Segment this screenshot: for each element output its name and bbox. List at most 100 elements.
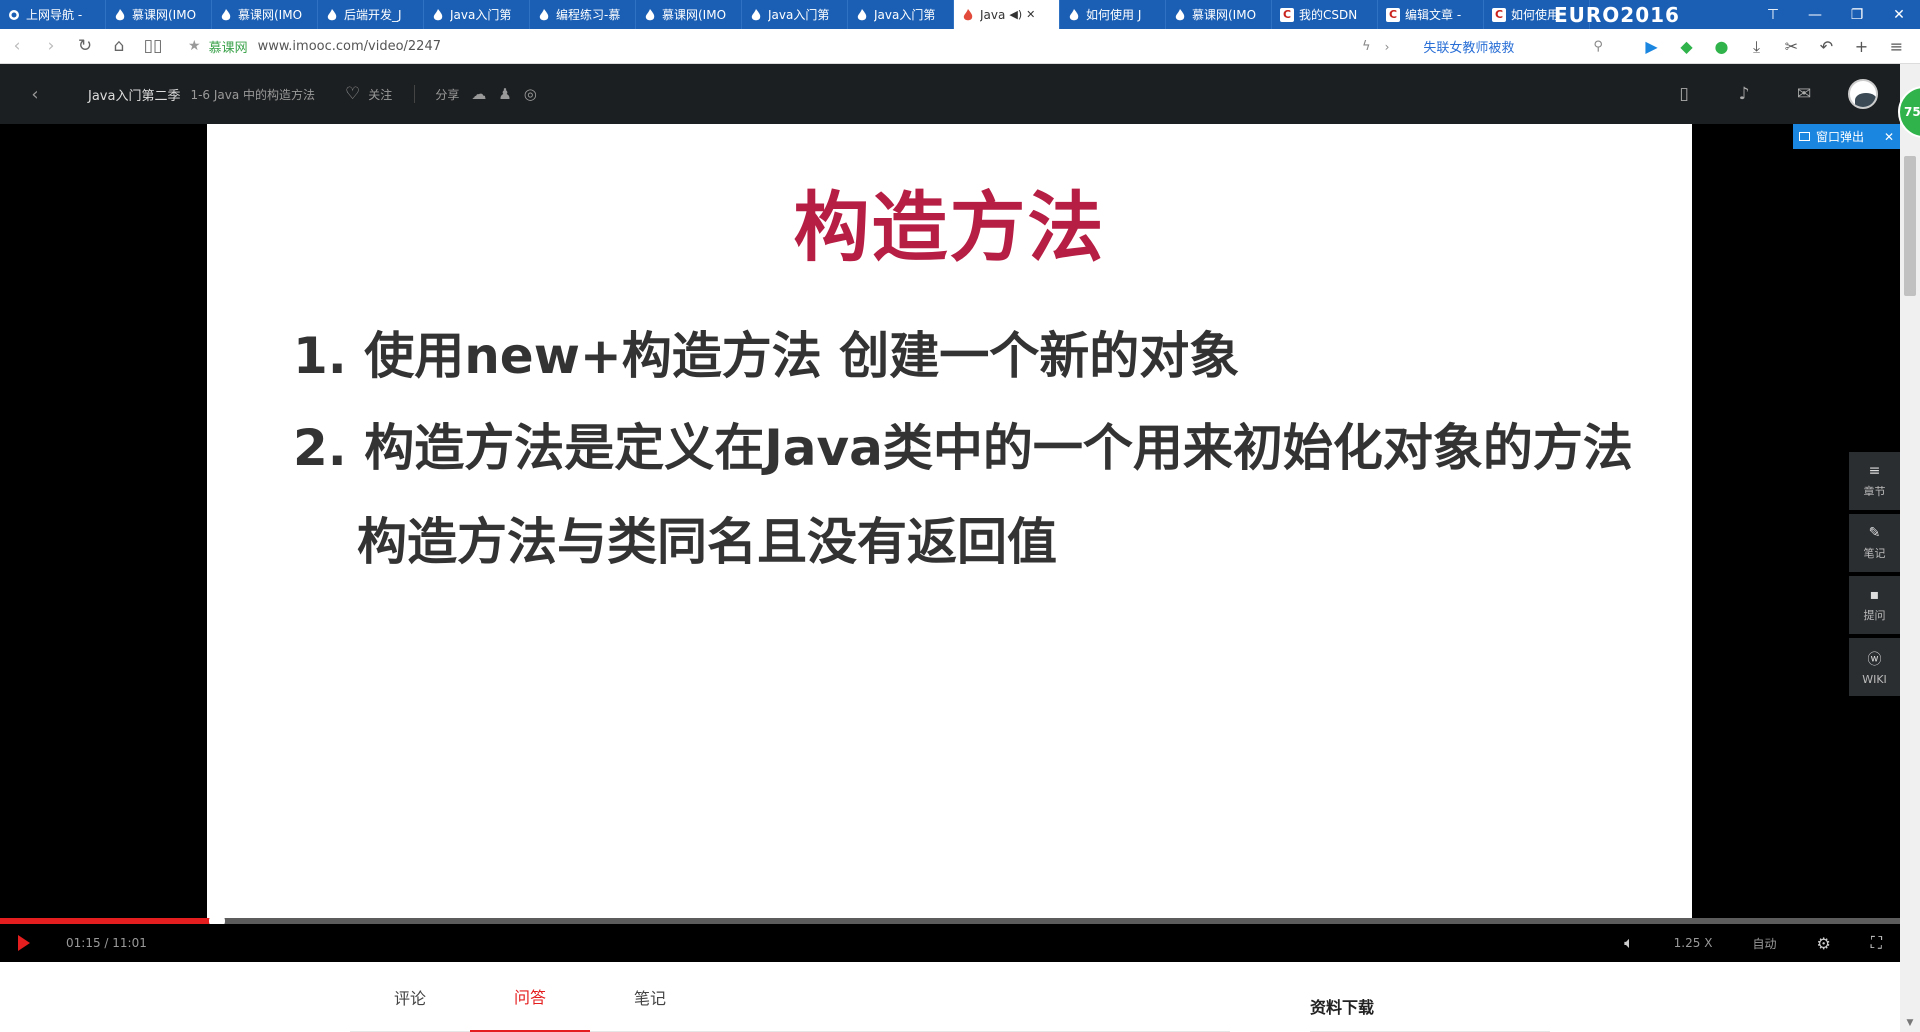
content-tabs: 评论 问答 笔记: [350, 962, 1230, 1032]
play-app-icon[interactable]: ▶: [1634, 37, 1669, 56]
address-bar: ‹ › ↻ ⌂ ▯▯ ★ 慕课网 www.imooc.com/video/224…: [0, 29, 1920, 64]
euro-banner[interactable]: EURO2016: [1490, 0, 1730, 29]
browser-toolbar: ▶ ◆ ● ⤓ ✂ ↶ + ≡: [1634, 29, 1914, 64]
browser-tab[interactable]: Java入门第: [424, 0, 530, 29]
flame-icon: [114, 8, 126, 21]
slide-line-2: 2. 构造方法是定义在Java类中的一个用来初始化对象的方法: [293, 419, 1633, 477]
lesson-title: 1-6 Java 中的构造方法: [190, 87, 316, 102]
wiki-button[interactable]: ⓦ WIKI: [1849, 638, 1900, 696]
play-icon[interactable]: [18, 935, 30, 951]
volume-icon[interactable]: 🔈︎: [1624, 933, 1634, 953]
browser-tab[interactable]: C 我的CSDN: [1272, 0, 1378, 29]
browser-tab[interactable]: 慕课网(IMO: [212, 0, 318, 29]
weibo-icon[interactable]: ◎: [524, 85, 537, 103]
browser-tab[interactable]: Java入门第: [848, 0, 954, 29]
browser-tab[interactable]: C 编辑文章 -: [1378, 0, 1484, 29]
follow-button[interactable]: ♡ 关注: [345, 84, 392, 104]
flame-icon: [1068, 8, 1080, 21]
scissors-icon[interactable]: ✂: [1774, 37, 1809, 56]
question-button[interactable]: ▪ 提问: [1849, 576, 1900, 634]
flame-icon: [432, 8, 444, 21]
back-arrow-icon[interactable]: ‹: [0, 84, 70, 105]
controls-right: 🔈︎ 1.25 X 自动 ⚙ ⛶: [1584, 924, 1882, 962]
search-input[interactable]: 失联女教师被救: [1423, 37, 1593, 56]
gamepad-icon[interactable]: ◆: [1669, 37, 1704, 56]
tab-comments[interactable]: 评论: [350, 962, 470, 1032]
fullscreen-icon[interactable]: ⛶: [1871, 933, 1882, 953]
speed-button[interactable]: 1.25 X: [1674, 936, 1713, 950]
browser-tab[interactable]: 慕课网(IMO: [1166, 0, 1272, 29]
resources-title: 资料下载: [1310, 994, 1550, 1032]
chevron-right-icon[interactable]: ›: [1385, 40, 1390, 54]
back-icon[interactable]: ‹: [0, 36, 34, 56]
browser-tab[interactable]: 上网导航 -: [0, 0, 106, 29]
lightning-icon[interactable]: ϟ: [1362, 39, 1371, 54]
browser-tab-active[interactable]: Java ◀) ✕: [954, 0, 1060, 29]
flame-icon: [220, 8, 232, 21]
browser-logo-icon: [8, 9, 20, 21]
browser-tab[interactable]: 慕课网(IMO: [106, 0, 212, 29]
wiki-icon: ⓦ: [1867, 651, 1882, 668]
popup-window-button[interactable]: 窗口弹出 ✕: [1793, 124, 1900, 149]
restore-icon[interactable]: ❐: [1836, 7, 1878, 23]
speaker-icon[interactable]: ◀): [1009, 8, 1022, 21]
menu-icon[interactable]: ≡: [1879, 37, 1914, 56]
window-controls: ⊤ — ❐ ✕: [1752, 0, 1920, 29]
refresh-icon[interactable]: ↻: [68, 36, 102, 56]
tab-notes[interactable]: 笔记: [590, 962, 710, 1032]
wechat-icon[interactable]: ☁: [471, 85, 486, 103]
site-name: 慕课网: [208, 40, 248, 56]
header-right: ▯ ♪ ✉: [1654, 64, 1878, 124]
flame-icon: [538, 8, 550, 21]
undo-icon[interactable]: ↶: [1809, 37, 1844, 56]
close-window-icon[interactable]: ✕: [1878, 7, 1920, 23]
scrollbar-thumb[interactable]: [1904, 156, 1916, 296]
url-input[interactable]: www.imooc.com/video/2247: [258, 39, 441, 54]
flame-icon: [326, 8, 338, 21]
csdn-icon: C: [1386, 7, 1400, 22]
flame-icon: [1174, 8, 1186, 21]
forward-icon[interactable]: ›: [34, 36, 68, 56]
course-title[interactable]: Java入门第二季: [88, 85, 180, 104]
pin-icon[interactable]: ⊤: [1752, 7, 1794, 23]
browser-tab[interactable]: 编程练习-慕: [530, 0, 636, 29]
tab-qa[interactable]: 问答: [470, 962, 590, 1032]
reader-icon[interactable]: ▯▯: [136, 36, 170, 56]
minimize-icon[interactable]: —: [1794, 7, 1836, 23]
scroll-down-icon[interactable]: ▼: [1900, 1018, 1920, 1028]
notes-button[interactable]: ✎ 笔记: [1849, 514, 1900, 572]
browser-tab[interactable]: 如何使用 J: [1060, 0, 1166, 29]
page-scrollbar[interactable]: ▼: [1900, 64, 1920, 1032]
qq-icon[interactable]: ♟: [498, 85, 511, 103]
browser-tab[interactable]: 后端开发_J: [318, 0, 424, 29]
menu-icon: ≡: [1868, 463, 1881, 479]
pencil-icon: ✎: [1868, 525, 1881, 541]
chapters-button[interactable]: ≡ 章节: [1849, 452, 1900, 510]
close-icon[interactable]: ✕: [1026, 8, 1035, 21]
heart-icon: ♡: [345, 84, 361, 104]
close-icon[interactable]: ✕: [1884, 130, 1894, 144]
chat-icon[interactable]: ●: [1704, 37, 1739, 56]
divider: [414, 85, 416, 103]
search-icon[interactable]: ⚲: [1593, 39, 1603, 54]
flame-icon: [856, 8, 868, 21]
browser-tab[interactable]: Java入门第: [742, 0, 848, 29]
flame-icon: [644, 8, 656, 21]
add-icon[interactable]: +: [1844, 37, 1879, 56]
slide-line-1: 1. 使用new+构造方法 创建一个新的对象: [293, 327, 1240, 385]
flame-icon: [750, 8, 762, 21]
home-icon[interactable]: ⌂: [102, 36, 136, 56]
quality-button[interactable]: 自动: [1752, 935, 1776, 952]
avatar[interactable]: [1848, 79, 1878, 109]
mobile-icon[interactable]: ▯: [1654, 84, 1714, 104]
download-icon[interactable]: ⤓: [1739, 37, 1774, 57]
mail-icon[interactable]: ✉: [1774, 84, 1834, 104]
settings-gear-icon[interactable]: ⚙: [1816, 934, 1830, 953]
side-tools: ≡ 章节 ✎ 笔记 ▪ 提问 ⓦ WIKI: [1849, 452, 1900, 700]
player-controls: 01:15 / 11:01 🔈︎ 1.25 X 自动 ⚙ ⛶: [0, 924, 1900, 962]
bookmark-star-icon[interactable]: ★: [188, 38, 201, 54]
notification-bell-icon[interactable]: ♪: [1714, 84, 1774, 104]
browser-tab[interactable]: 慕课网(IMO: [636, 0, 742, 29]
share-group: 分享 ☁ ♟ ◎: [435, 85, 537, 103]
video-player[interactable]: 构造方法 1. 使用new+构造方法 创建一个新的对象 2. 构造方法是定义在J…: [0, 124, 1900, 962]
